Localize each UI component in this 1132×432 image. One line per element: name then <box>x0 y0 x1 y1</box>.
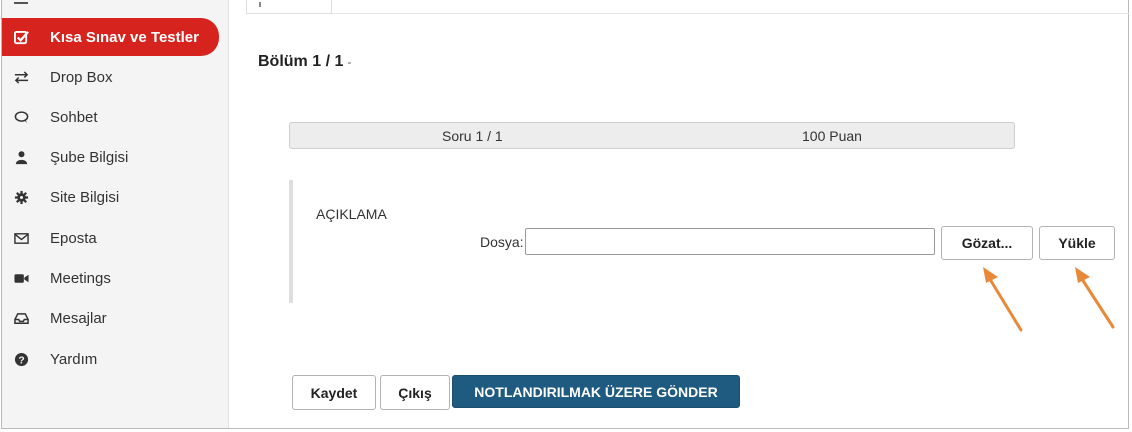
checkbox-icon <box>10 26 32 48</box>
upload-button[interactable]: Yükle <box>1039 226 1115 260</box>
save-button[interactable]: Kaydet <box>292 375 376 410</box>
sidebar-item-label: Kısa Sınav ve Testler <box>50 28 199 46</box>
sidebar-item-label: Mesajlar <box>50 309 107 327</box>
sidebar-item-help[interactable]: ? Yardım <box>2 340 228 378</box>
video-camera-icon <box>10 267 32 289</box>
sidebar-item-email[interactable]: Eposta <box>2 219 228 257</box>
section-title-suffix: - <box>347 55 352 69</box>
file-field-label: Dosya: <box>480 234 524 250</box>
question-header-bar: Soru 1 / 1 100 Puan <box>289 122 1015 149</box>
file-path-input[interactable] <box>525 228 935 255</box>
sidebar-item-label: Eposta <box>50 229 97 247</box>
question-number: Soru 1 / 1 <box>442 128 503 144</box>
question-left-border <box>289 180 293 303</box>
sidebar-item-section-info[interactable]: Şube Bilgisi <box>2 138 228 176</box>
sidebar-item-label: Site Bilgisi <box>50 188 120 206</box>
divider <box>332 13 1129 14</box>
browse-button[interactable]: Gözat... <box>941 226 1033 260</box>
question-points: 100 Puan <box>802 128 862 144</box>
chat-bubble-icon <box>10 106 32 128</box>
section-title-text: Bölüm 1 / 1 <box>258 53 344 70</box>
user-icon <box>10 146 32 168</box>
sidebar: Kısa Sınav ve Testler Drop Box Sohbet Şu… <box>2 0 229 428</box>
sidebar-item-chat[interactable]: Sohbet <box>2 98 228 136</box>
annotation-arrow-icon <box>1075 267 1115 329</box>
sidebar-item-label: Şube Bilgisi <box>50 148 129 166</box>
sidebar-item-messages[interactable]: Mesajlar <box>2 299 228 337</box>
submit-for-grading-button[interactable]: NOTLANDIRILMAK ÜZERE GÖNDER <box>452 375 740 408</box>
sidebar-item-label: Meetings <box>50 269 111 287</box>
svg-text:?: ? <box>18 355 24 366</box>
help-circle-icon: ? <box>10 348 32 370</box>
exit-button[interactable]: Çıkış <box>380 375 450 410</box>
inbox-tray-icon <box>10 307 32 329</box>
menu-icon[interactable] <box>14 0 28 4</box>
sidebar-item-label: Drop Box <box>50 68 113 86</box>
envelope-icon <box>10 227 32 249</box>
swap-arrows-icon <box>10 66 32 88</box>
top-tab[interactable] <box>246 0 332 14</box>
sidebar-item-label: Sohbet <box>50 108 98 126</box>
section-title: Bölüm 1 / 1- <box>258 53 351 71</box>
sidebar-item-meetings[interactable]: Meetings <box>2 259 228 297</box>
sidebar-item-quizzes[interactable]: Kısa Sınav ve Testler <box>2 18 219 56</box>
annotation-arrow-icon <box>983 267 1023 332</box>
sidebar-item-dropbox[interactable]: Drop Box <box>2 58 228 96</box>
gear-icon <box>10 186 32 208</box>
sidebar-item-label: Yardım <box>50 350 98 368</box>
question-text: AÇIKLAMA <box>316 206 387 222</box>
sidebar-item-site-info[interactable]: Site Bilgisi <box>2 178 228 216</box>
